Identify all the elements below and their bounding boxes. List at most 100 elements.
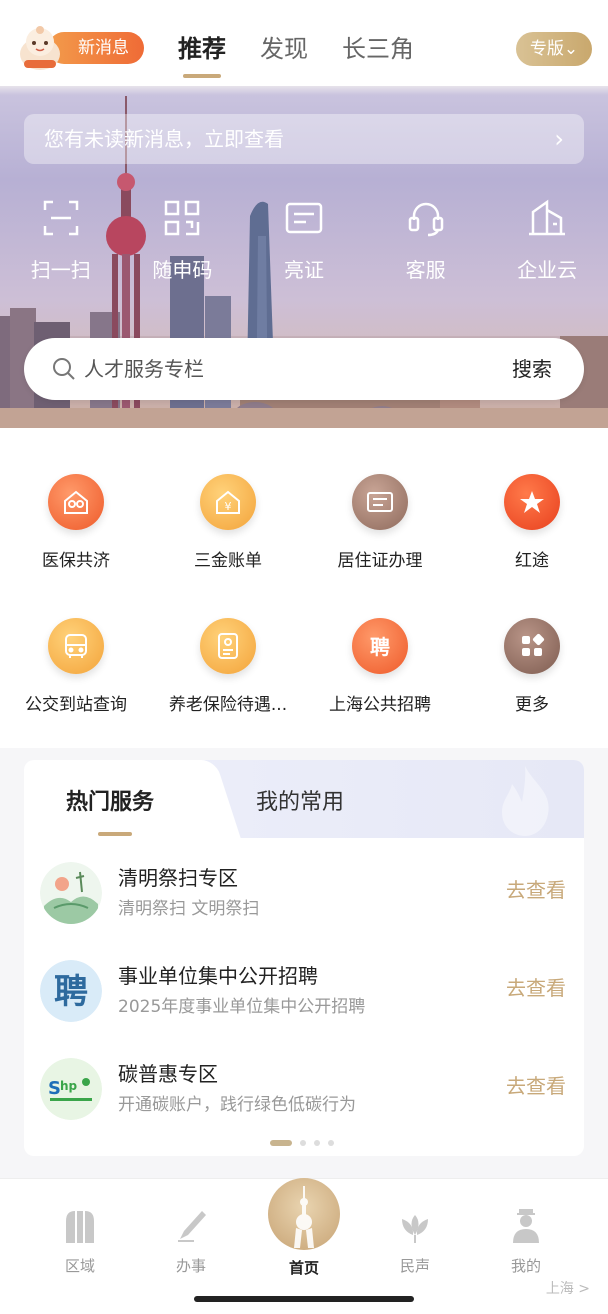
landscape-icon — [40, 862, 102, 924]
tab-hot-services[interactable]: 热门服务 — [66, 784, 154, 816]
quick-action-label: 扫一扫 — [30, 258, 91, 282]
home-button-circle — [268, 1178, 340, 1250]
quick-action-label: 随申码 — [152, 258, 213, 282]
service-list-item[interactable]: 聘 事业单位集中公开招聘 2025年度事业单位集中公开招聘 去查看 — [24, 952, 584, 1032]
active-tab-indicator — [98, 832, 132, 836]
new-message-label: 新消息 — [48, 32, 144, 64]
star-icon — [504, 474, 560, 530]
tab-yangtze-delta[interactable]: 长三角 — [342, 30, 414, 74]
location-label: 上海 > — [545, 1281, 590, 1297]
view-button[interactable]: 去查看 — [506, 972, 566, 1001]
document-icon — [200, 618, 256, 674]
quick-action-label: 客服 — [405, 258, 446, 282]
service-residence-permit[interactable]: 居住证办理 — [304, 474, 456, 571]
search-button[interactable]: 搜索 — [512, 338, 552, 400]
service-three-funds-bill[interactable]: ¥ 三金账单 — [152, 474, 304, 571]
service-label: 更多 — [515, 695, 549, 715]
service-title: 事业单位集中公开招聘 — [118, 964, 318, 988]
apps-icon — [504, 618, 560, 674]
search-icon — [53, 358, 75, 380]
certificate-icon — [285, 202, 323, 234]
tab-discover[interactable]: 发现 — [260, 30, 308, 74]
nav-public-voice[interactable]: 民声 — [375, 1207, 455, 1276]
quick-action-label: 亮证 — [283, 258, 324, 282]
house-yen-icon: ¥ — [200, 474, 256, 530]
building-icon — [529, 199, 566, 236]
region-icon — [66, 1211, 94, 1243]
quick-action-enterprise-cloud[interactable]: 企业云 — [486, 198, 608, 283]
service-title: 碳普惠专区 — [118, 1062, 218, 1086]
tab-recommend[interactable]: 推荐 — [178, 30, 226, 74]
service-subtitle: 清明祭扫 文明祭扫 — [118, 899, 260, 919]
quick-actions: 扫一扫 随申码 亮证 客服 企业云 — [0, 198, 608, 283]
service-label: 居住证办理 — [337, 551, 423, 571]
edition-dropdown[interactable]: 专版⌄ — [516, 32, 592, 66]
service-bus-arrival[interactable]: 公交到站查询 — [0, 618, 152, 715]
nav-services[interactable]: 办事 — [151, 1207, 231, 1276]
id-card-icon — [352, 474, 408, 530]
pagination-dot — [328, 1140, 334, 1146]
nav-label: 我的 — [510, 1257, 541, 1275]
service-grid: 医保共济 ¥ 三金账单 居住证办理 红途 公交到站查询 养老保险待遇... 聘 … — [0, 428, 608, 748]
unread-notice-bar[interactable]: 您有未读新消息，立即查看 › — [24, 114, 584, 164]
bus-icon — [48, 618, 104, 674]
quick-action-qr-code[interactable]: 随申码 — [122, 198, 244, 283]
pagination-dot — [314, 1140, 320, 1146]
new-message-button[interactable]: 新消息 — [18, 26, 144, 70]
quick-action-certificate[interactable]: 亮证 — [243, 198, 365, 283]
service-grid-row: 医保共济 ¥ 三金账单 居住证办理 红途 — [0, 474, 608, 571]
pen-icon — [178, 1211, 206, 1242]
nav-mine[interactable]: 我的 — [486, 1207, 566, 1276]
top-tabs: 推荐 发现 长三角 — [178, 30, 414, 74]
nav-label: 首页 — [288, 1259, 319, 1277]
service-label: 红途 — [515, 551, 549, 571]
service-grid-row: 公交到站查询 养老保险待遇... 聘 上海公共招聘 更多 — [0, 618, 608, 715]
hot-services-card: 热门服务 我的常用 清明祭扫专区 清明祭扫 文明祭扫 去查看 聘 事业单位集中公… — [24, 760, 584, 1156]
service-red-route[interactable]: 红途 — [456, 474, 608, 571]
service-medical-insurance[interactable]: 医保共济 — [0, 474, 152, 571]
flower-icon — [402, 1215, 428, 1243]
service-label: 医保共济 — [42, 551, 110, 571]
svg-text:聘: 聘 — [370, 635, 390, 659]
bottom-navigation: 区域 办事 首页 民声 我的 — [0, 1178, 608, 1314]
pagination-dots — [270, 1140, 334, 1146]
service-label: 上海公共招聘 — [329, 695, 431, 715]
nav-home[interactable]: 首页 — [268, 1178, 340, 1277]
service-subtitle: 开通碳账户，践行绿色低碳行为 — [118, 1095, 356, 1115]
nav-label: 民声 — [399, 1257, 430, 1275]
service-subtitle: 2025年度事业单位集中公开招聘 — [118, 997, 366, 1017]
svg-text:hp: hp — [60, 1079, 78, 1093]
service-pension-benefits[interactable]: 养老保险待遇... — [152, 618, 304, 715]
service-label: 养老保险待遇... — [168, 695, 288, 715]
service-label: 公交到站查询 — [25, 695, 127, 715]
service-list-item[interactable]: 清明祭扫专区 清明祭扫 文明祭扫 去查看 — [24, 854, 584, 934]
svg-text:¥: ¥ — [225, 500, 232, 513]
home-indicator — [194, 1296, 414, 1302]
search-input[interactable]: 人才服务专栏 — [84, 338, 204, 400]
nav-label: 区域 — [64, 1257, 95, 1275]
edition-label: 专版 — [529, 39, 564, 59]
view-button[interactable]: 去查看 — [506, 1070, 566, 1099]
pagination-dot — [300, 1140, 306, 1146]
chevron-down-icon: ⌄ — [563, 39, 579, 59]
tab-my-common[interactable]: 我的常用 — [256, 784, 344, 816]
nav-region[interactable]: 区域 — [40, 1207, 120, 1276]
search-bar[interactable]: 人才服务专栏 搜索 — [24, 338, 584, 400]
quick-action-service[interactable]: 客服 — [365, 198, 487, 283]
headset-icon — [408, 202, 443, 237]
notice-text: 您有未读新消息，立即查看 — [44, 127, 284, 151]
mascot-icon — [20, 26, 60, 70]
hire-badge-icon: 聘 — [40, 960, 102, 1022]
service-public-recruitment[interactable]: 聘 上海公共招聘 — [304, 618, 456, 715]
quick-action-label: 企业云 — [517, 258, 578, 282]
service-more[interactable]: 更多 — [456, 618, 608, 715]
view-button[interactable]: 去查看 — [506, 874, 566, 903]
scan-icon — [43, 200, 79, 236]
quick-action-scan[interactable]: 扫一扫 — [0, 198, 122, 283]
carbon-logo-icon: S hp — [40, 1058, 102, 1120]
family-icon — [48, 474, 104, 530]
person-icon — [513, 1209, 539, 1243]
service-list-item[interactable]: S hp 碳普惠专区 开通碳账户，践行绿色低碳行为 去查看 — [24, 1050, 584, 1130]
chevron-right-icon: › — [554, 125, 564, 153]
svg-text:聘: 聘 — [54, 972, 88, 1012]
